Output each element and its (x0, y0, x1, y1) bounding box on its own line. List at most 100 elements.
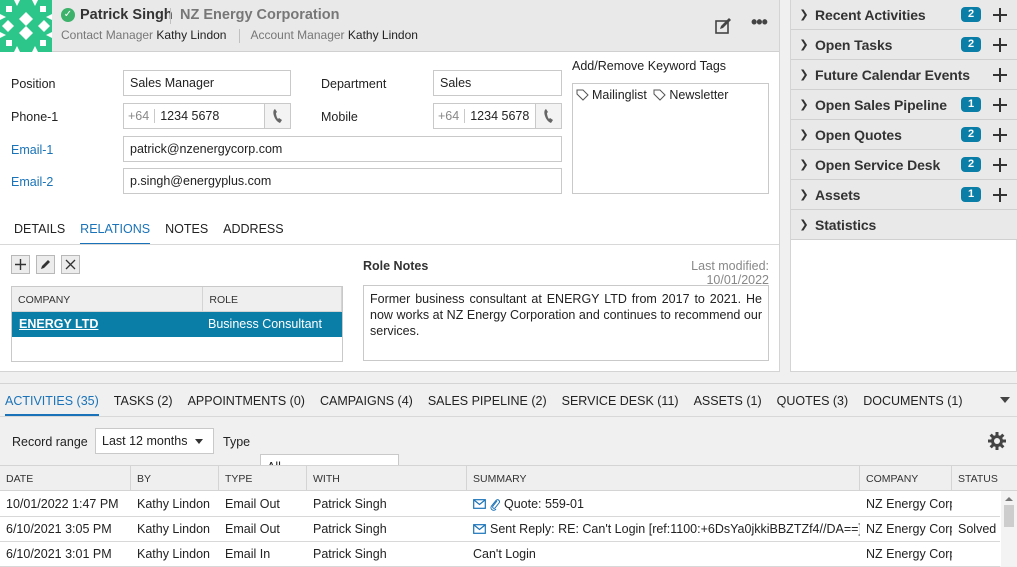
phone1-number[interactable]: 1234 5678 (155, 104, 264, 128)
email2-field[interactable]: p.singh@energyplus.com (123, 168, 562, 194)
tab-appointments[interactable]: APPOINTMENTS (0) (188, 394, 305, 416)
add-icon[interactable] (993, 187, 1007, 202)
activities-scrollbar[interactable] (1001, 491, 1017, 566)
account-manager-label: Account Manager (250, 28, 345, 42)
avatar[interactable] (0, 0, 52, 52)
position-field[interactable]: Sales Manager (123, 70, 291, 96)
edit-icon[interactable] (714, 16, 734, 36)
email1-label[interactable]: Email-1 (11, 143, 53, 157)
role-notes-text[interactable]: Former business consultant at ENERGY LTD… (363, 285, 769, 361)
tab-assets[interactable]: ASSETS (1) (694, 394, 762, 416)
record-range-select[interactable]: Last 12 months (95, 428, 214, 454)
last-modified: Last modified: 10/01/2022 (691, 259, 769, 287)
tag[interactable]: Newsletter (653, 88, 728, 102)
side-item-open-tasks[interactable]: ❯ Open Tasks 2 (791, 30, 1017, 60)
side-item-label: Open Tasks (815, 36, 893, 53)
cell-by: Kathy Lindon (137, 547, 210, 561)
tab-campaigns[interactable]: CAMPAIGNS (4) (320, 394, 413, 416)
scroll-up-icon[interactable] (1005, 497, 1013, 501)
email1-field[interactable]: patrick@nzenergycorp.com (123, 136, 562, 162)
tab-sales-pipeline[interactable]: SALES PIPELINE (2) (428, 394, 547, 416)
side-item-future-calendar-events[interactable]: ❯ Future Calendar Events (791, 60, 1017, 90)
column-header-role[interactable]: ROLE (203, 287, 342, 311)
add-icon[interactable] (993, 7, 1007, 22)
delete-relation-button[interactable] (61, 255, 80, 274)
cell-type: Email Out (225, 497, 280, 511)
column-header-with[interactable]: WITH (307, 466, 467, 491)
phone1-field[interactable]: +64 1234 5678 (123, 103, 291, 129)
add-icon[interactable] (993, 37, 1007, 52)
cell-summary: Sent Reply: RE: Can't Login [ref:1100:+6… (467, 517, 860, 541)
department-field[interactable]: Sales (433, 70, 562, 96)
table-row[interactable]: 10/01/2022 1:47 PM Kathy Lindon Email Out P… (0, 492, 1000, 517)
detail-tabs: DETAILS RELATIONS NOTES ADDRESS (14, 222, 299, 245)
tab-details[interactable]: DETAILS (14, 222, 65, 245)
chevron-right-icon: ❯ (799, 39, 809, 51)
edit-relation-button[interactable] (36, 255, 55, 274)
tab-address[interactable]: ADDRESS (223, 222, 283, 245)
tabs-overflow-dropdown-icon[interactable] (1000, 397, 1010, 403)
chevron-down-icon (195, 439, 203, 444)
phone1-call-button[interactable] (264, 104, 290, 128)
tab-quotes[interactable]: QUOTES (3) (777, 394, 849, 416)
relation-company-link[interactable]: ENERGY LTD (12, 312, 203, 337)
close-icon (65, 259, 76, 270)
department-label: Department (321, 77, 387, 91)
email2-label[interactable]: Email-2 (11, 175, 53, 189)
tag[interactable]: Mailinglist (576, 88, 647, 102)
relation-row[interactable]: ENERGY LTD Business Consultant (12, 312, 342, 337)
column-header-summary[interactable]: SUMMARY (467, 466, 860, 491)
scrollbar-thumb[interactable] (1004, 505, 1014, 527)
phone-icon (272, 109, 282, 123)
company-name[interactable]: NZ Energy Corporation (180, 7, 340, 23)
add-icon[interactable] (993, 97, 1007, 112)
side-item-recent-activities[interactable]: ❯ Recent Activities 2 (791, 0, 1017, 30)
tabs-divider (0, 244, 779, 245)
table-row[interactable]: 6/10/2021 3:05 PM Kathy Lindon Email Out Pa… (0, 517, 1000, 542)
count-badge: 2 (961, 7, 981, 22)
side-item-assets[interactable]: ❯ Assets 1 (791, 180, 1017, 210)
tab-service-desk[interactable]: SERVICE DESK (11) (562, 394, 679, 416)
side-item-open-quotes[interactable]: ❯ Open Quotes 2 (791, 120, 1017, 150)
count-badge: 2 (961, 37, 981, 52)
table-row[interactable]: 6/10/2021 3:01 PM Kathy Lindon Email In Pat… (0, 542, 1000, 567)
more-options-icon[interactable]: ••• (751, 13, 771, 36)
add-icon[interactable] (993, 67, 1007, 82)
cell-date: 6/10/2021 3:01 PM (6, 547, 112, 561)
cell-type: Email In (225, 547, 271, 561)
side-item-statistics[interactable]: ❯ Statistics (791, 210, 1017, 240)
summary-text: Can't Login (473, 547, 536, 561)
column-header-date[interactable]: DATE (0, 466, 131, 491)
cell-with: Patrick Singh (313, 497, 387, 511)
relations-grid-header: COMPANY ROLE (12, 287, 342, 312)
tab-activities[interactable]: ACTIVITIES (35) (5, 394, 99, 416)
add-relation-button[interactable] (11, 255, 30, 274)
column-header-by[interactable]: BY (131, 466, 219, 491)
keyword-tags-box[interactable]: Mailinglist Newsletter (572, 83, 769, 194)
managers-line: Contact Manager Kathy Lindon Account Man… (61, 28, 418, 43)
cell-status: Solved (958, 522, 997, 536)
add-icon[interactable] (993, 157, 1007, 172)
tab-tasks[interactable]: TASKS (2) (114, 394, 173, 416)
gear-icon[interactable] (987, 431, 1007, 451)
side-item-open-service-desk[interactable]: ❯ Open Service Desk 2 (791, 150, 1017, 180)
column-header-company[interactable]: COMPANY (860, 466, 952, 491)
count-badge: 1 (961, 187, 981, 202)
chevron-right-icon: ❯ (799, 9, 809, 21)
pencil-icon (41, 260, 50, 269)
column-header-type[interactable]: TYPE (219, 466, 307, 491)
mobile-call-button[interactable] (535, 104, 561, 128)
mobile-number[interactable]: 1234 5678 (465, 104, 535, 128)
tag-icon (576, 89, 589, 101)
side-item-open-sales-pipeline[interactable]: ❯ Open Sales Pipeline 1 (791, 90, 1017, 120)
add-icon[interactable] (993, 127, 1007, 142)
tab-documents[interactable]: DOCUMENTS (1) (863, 394, 962, 416)
phone-icon (543, 109, 553, 123)
account-manager-value: Kathy Lindon (347, 28, 418, 42)
column-header-status[interactable]: STATUS (952, 466, 1017, 491)
mobile-field[interactable]: +64 1234 5678 (433, 103, 562, 129)
column-header-company[interactable]: COMPANY (12, 287, 204, 311)
tab-notes[interactable]: NOTES (165, 222, 208, 245)
mobile-country-code: +64 (438, 109, 460, 123)
tab-relations[interactable]: RELATIONS (80, 222, 151, 245)
